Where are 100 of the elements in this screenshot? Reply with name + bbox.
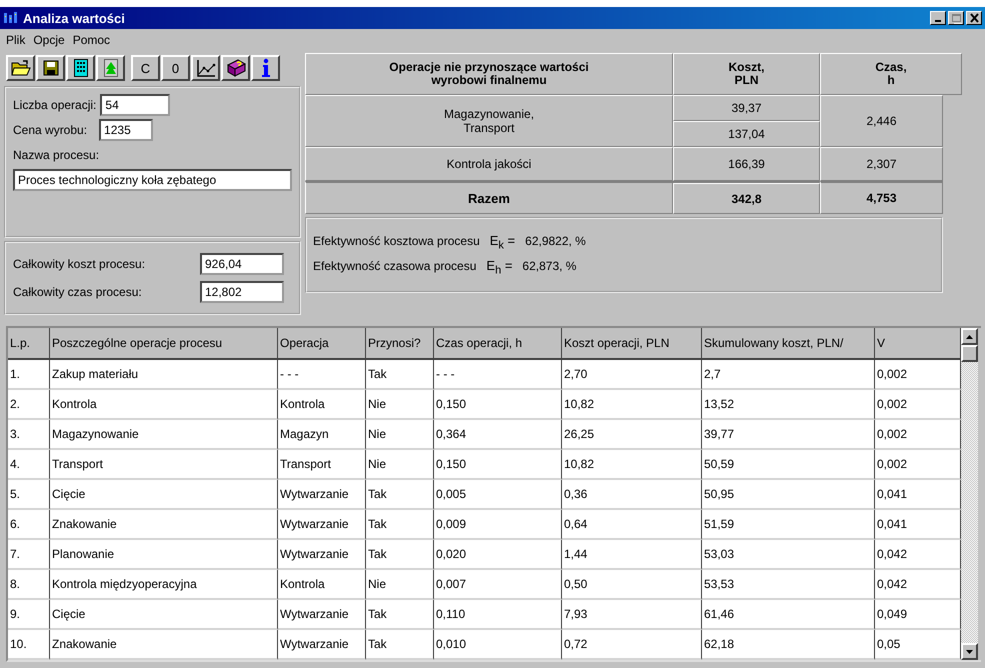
table-cell: 2,307: [820, 147, 943, 181]
table-cell: Zakup materiału: [50, 360, 278, 390]
table-cell: Wytwarzanie: [278, 630, 366, 660]
column-header: Poszczególne operacje procesu: [50, 328, 278, 360]
table-cell: 2,70: [562, 360, 702, 390]
table-cell: 50,59: [702, 450, 875, 480]
table-cell: 2,7: [702, 360, 875, 390]
column-header: Skumulowany koszt, PLN/: [702, 328, 875, 360]
table-cell: 4.: [8, 450, 50, 480]
scroll-down-button[interactable]: [961, 643, 978, 660]
table-cell: Kontrola: [50, 390, 278, 420]
menu-item[interactable]: Pomoc: [72, 33, 110, 47]
chart-icon: [196, 59, 216, 77]
table-cell: 10.: [8, 630, 50, 660]
table-cell: Tak: [366, 360, 434, 390]
table-cell: 0,364: [434, 420, 562, 450]
toolbar-button[interactable]: C: [131, 55, 160, 81]
table-cell: 6.: [8, 510, 50, 540]
table-cell: 61,46: [702, 600, 875, 630]
table-cell: 51,59: [702, 510, 875, 540]
table-cell: 0,150: [434, 450, 562, 480]
scroll-up-button[interactable]: [961, 328, 978, 345]
toolbar-button[interactable]: 0: [161, 55, 190, 81]
toolbar-button[interactable]: [96, 55, 125, 81]
table-cell: 53,03: [702, 540, 875, 570]
menu-item[interactable]: Plik: [6, 33, 26, 47]
table-cell: 9.: [8, 600, 50, 630]
table-cell: 0,64: [562, 510, 702, 540]
field-label: Nazwa procesu:: [13, 148, 100, 162]
table-cell: 0,007: [434, 570, 562, 600]
toolbar-button[interactable]: [36, 55, 65, 81]
table-cell: Razem: [305, 181, 673, 214]
toolbar-button[interactable]: [66, 55, 95, 81]
input-field[interactable]: Proces technologiczny koła zębatego: [13, 169, 292, 191]
field-label: Cena wyrobu:: [13, 122, 88, 136]
table-cell: Nie: [366, 570, 434, 600]
toolbar-button[interactable]: [221, 55, 250, 81]
minimize-icon: [935, 20, 941, 22]
table-cell: Znakowanie: [50, 510, 278, 540]
column-header: L.p.: [8, 328, 50, 360]
field-label: Całkowity czas procesu:: [13, 285, 142, 299]
table-cell: Kontrola międzyoperacyjna: [50, 570, 278, 600]
table-cell: 0,009: [434, 510, 562, 540]
calculator-icon: [74, 59, 88, 77]
table-cell: 1,44: [562, 540, 702, 570]
table-cell: - - -: [278, 360, 366, 390]
minimize-button[interactable]: [930, 11, 946, 25]
close-button[interactable]: [966, 11, 982, 25]
efficiency-value: 62,9822, %: [525, 234, 586, 248]
table-cell: Wytwarzanie: [278, 480, 366, 510]
table-cell: 7.: [8, 540, 50, 570]
table-cell: 26,25: [562, 420, 702, 450]
table-cell: Wytwarzanie: [278, 600, 366, 630]
input-field[interactable]: 926,04: [200, 253, 284, 275]
table-cell: 0,50: [562, 570, 702, 600]
close-icon: [968, 12, 980, 24]
table-cell: Tak: [366, 630, 434, 660]
table-cell: Tak: [366, 480, 434, 510]
column-header: Koszt, PLN: [673, 53, 820, 95]
formula: E$_{h}$ =: [486, 258, 512, 277]
table-cell: Magazynowanie, Transport: [305, 95, 673, 147]
table-cell: 342,8: [673, 183, 820, 214]
table-cell: 2.: [8, 390, 50, 420]
column-header: Przynosi?: [366, 328, 434, 360]
input-field[interactable]: 1235: [99, 118, 154, 140]
table-cell: 53,53: [702, 570, 875, 600]
scroll-thumb[interactable]: [961, 345, 978, 362]
folder-icon: [10, 60, 30, 76]
scroll-bar[interactable]: [961, 328, 978, 660]
info-icon: [260, 58, 270, 78]
input-field[interactable]: 54: [100, 94, 170, 116]
window-title: Analiza wartości: [23, 10, 126, 26]
table-cell: Tak: [366, 510, 434, 540]
table-cell: 13,52: [702, 390, 875, 420]
toolbar-button[interactable]: [191, 55, 220, 81]
table-cell: Magazyn: [278, 420, 366, 450]
input-field[interactable]: 12,802: [200, 281, 284, 303]
table-cell: 50,95: [702, 480, 875, 510]
table-cell: Tak: [366, 600, 434, 630]
column-header: Operacje nie przynoszące wartości wyrobowi finalnemu: [305, 53, 673, 95]
table-cell: Transport: [278, 450, 366, 480]
column-header: Czas operacji, h: [434, 328, 562, 360]
table-cell: Nie: [366, 450, 434, 480]
table-cell: Transport: [50, 450, 278, 480]
table-cell: 5.: [8, 480, 50, 510]
table-cell: 7,93: [562, 600, 702, 630]
table-cell: 0,010: [434, 630, 562, 660]
table-cell: 10,82: [562, 450, 702, 480]
table-cell: Wytwarzanie: [278, 510, 366, 540]
table-cell: 2,446: [820, 95, 943, 147]
table-cell: 0,36: [562, 480, 702, 510]
menu-item[interactable]: Opcje: [33, 33, 65, 47]
table-cell: 62,18: [702, 630, 875, 660]
toolbar-button[interactable]: [6, 55, 35, 81]
table-cell: Planowanie: [50, 540, 278, 570]
field-label: Liczba operacji:: [13, 98, 96, 112]
toolbar-button[interactable]: [251, 55, 280, 81]
table-cell: 0,110: [434, 600, 562, 630]
table-cell: 3.: [8, 420, 50, 450]
table-cell: 39,77: [702, 420, 875, 450]
